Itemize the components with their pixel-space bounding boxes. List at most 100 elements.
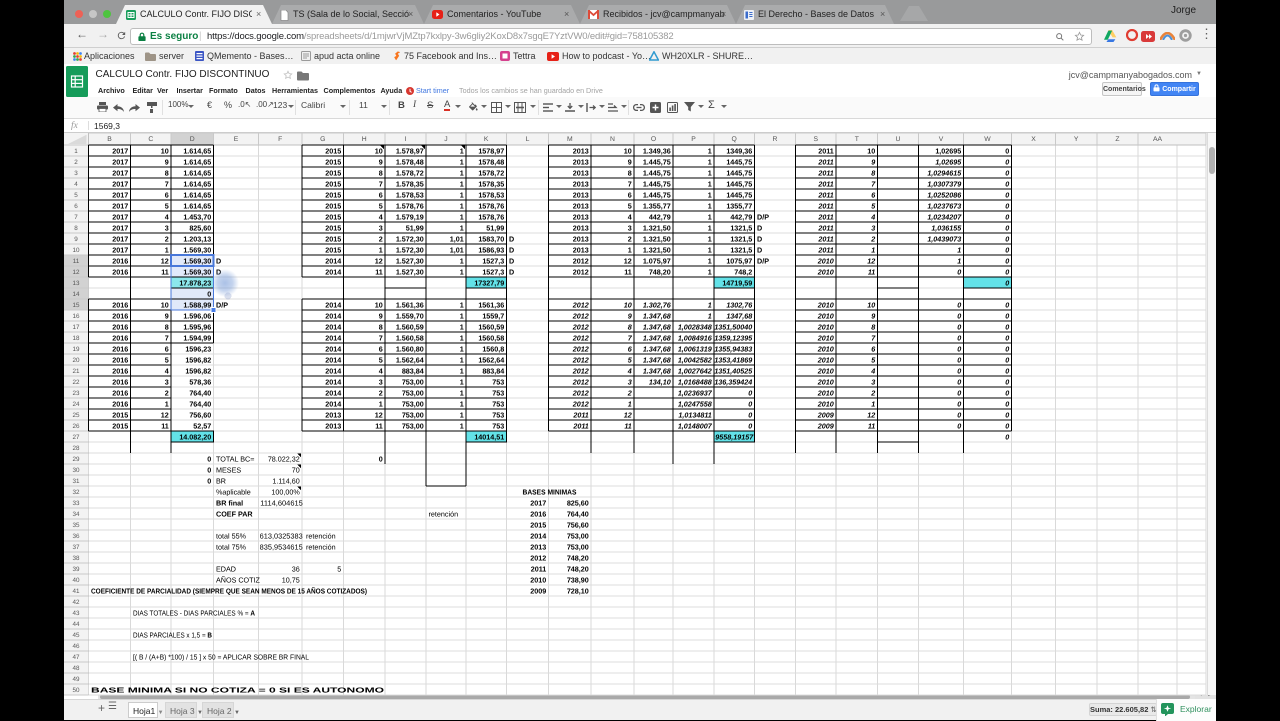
svg-text:2011: 2011 <box>817 180 833 189</box>
svg-text:2012: 2012 <box>572 312 589 321</box>
svg-text:2017: 2017 <box>112 158 128 167</box>
svg-text:1355,94383: 1355,94383 <box>714 345 752 354</box>
svg-text:2016: 2016 <box>112 367 128 376</box>
svg-text:0: 0 <box>957 389 961 398</box>
svg-text:1: 1 <box>379 246 383 255</box>
svg-text:2015: 2015 <box>530 521 546 530</box>
svg-text:442,79: 442,79 <box>649 213 671 222</box>
svg-text:10: 10 <box>375 147 383 156</box>
svg-text:1.347,68: 1.347,68 <box>643 345 671 354</box>
svg-text:1,0084916: 1,0084916 <box>678 334 713 343</box>
svg-text:6: 6 <box>74 203 78 210</box>
svg-text:34: 34 <box>72 511 80 518</box>
svg-text:1559,7: 1559,7 <box>482 312 504 321</box>
svg-text:2: 2 <box>870 389 875 398</box>
svg-text:2013: 2013 <box>573 224 589 233</box>
svg-text:41: 41 <box>72 588 80 595</box>
svg-text:3: 3 <box>379 378 383 387</box>
svg-text:1351,50040: 1351,50040 <box>714 323 752 332</box>
svg-text:1: 1 <box>708 257 712 266</box>
svg-text:3: 3 <box>379 224 383 233</box>
svg-text:1445,75: 1445,75 <box>726 158 752 167</box>
svg-text:6: 6 <box>379 191 383 200</box>
svg-text:2013: 2013 <box>573 147 589 156</box>
svg-text:1445,75: 1445,75 <box>726 191 752 200</box>
svg-text:22: 22 <box>72 379 80 386</box>
svg-text:0: 0 <box>957 334 961 343</box>
svg-text:9: 9 <box>379 312 383 321</box>
svg-text:1351,40525: 1351,40525 <box>714 367 753 376</box>
svg-text:1.445,75: 1.445,75 <box>643 180 671 189</box>
svg-text:0: 0 <box>1005 378 1009 387</box>
svg-text:1: 1 <box>460 323 464 332</box>
svg-text:COEF PAR: COEF PAR <box>216 510 253 519</box>
svg-text:2013: 2013 <box>573 180 589 189</box>
svg-text:6: 6 <box>628 191 632 200</box>
svg-text:1.321,50: 1.321,50 <box>643 246 671 255</box>
svg-text:19: 19 <box>72 346 80 353</box>
svg-text:1: 1 <box>460 169 464 178</box>
svg-text:24: 24 <box>72 401 80 408</box>
svg-text:U: U <box>896 136 901 143</box>
svg-text:12: 12 <box>161 411 169 420</box>
svg-text:1.578,76: 1.578,76 <box>396 202 424 211</box>
svg-text:1075,97: 1075,97 <box>726 257 752 266</box>
svg-text:1,0294615: 1,0294615 <box>927 169 962 178</box>
svg-text:1: 1 <box>460 147 464 156</box>
svg-text:51,99: 51,99 <box>486 224 504 233</box>
svg-text:11: 11 <box>375 268 383 277</box>
svg-text:5: 5 <box>379 202 383 211</box>
svg-text:1.588,99: 1.588,99 <box>183 301 211 310</box>
svg-text:2014: 2014 <box>325 389 341 398</box>
svg-text:136,359424: 136,359424 <box>714 378 752 387</box>
svg-text:8: 8 <box>871 169 875 178</box>
svg-text:748,20: 748,20 <box>567 554 589 563</box>
svg-text:2: 2 <box>165 235 169 244</box>
svg-text:1.453,70: 1.453,70 <box>183 213 211 222</box>
svg-text:442,79: 442,79 <box>730 213 752 222</box>
svg-text:1,036155: 1,036155 <box>931 224 962 233</box>
svg-text:2015: 2015 <box>325 235 341 244</box>
svg-text:1,0134811: 1,0134811 <box>678 411 711 420</box>
svg-text:1,0252086: 1,0252086 <box>927 191 962 200</box>
svg-text:1560,58: 1560,58 <box>478 334 504 343</box>
svg-text:K: K <box>484 136 489 143</box>
svg-text:8: 8 <box>871 323 875 332</box>
svg-text:12: 12 <box>624 411 632 420</box>
svg-text:1.578,35: 1.578,35 <box>396 180 424 189</box>
svg-text:1,0028348: 1,0028348 <box>678 323 712 332</box>
svg-text:V: V <box>939 136 944 143</box>
svg-text:I: I <box>405 136 407 143</box>
svg-text:4: 4 <box>165 213 169 222</box>
svg-text:2013: 2013 <box>573 158 589 167</box>
svg-text:1.560,59: 1.560,59 <box>396 323 424 332</box>
svg-text:2017: 2017 <box>112 202 128 211</box>
svg-text:2013: 2013 <box>573 246 589 255</box>
svg-text:4: 4 <box>627 367 632 376</box>
svg-text:764,40: 764,40 <box>189 389 211 398</box>
svg-text:2017: 2017 <box>112 213 128 222</box>
svg-text:1.578,53: 1.578,53 <box>396 191 424 200</box>
svg-text:1,0042582: 1,0042582 <box>678 356 712 365</box>
svg-text:2011: 2011 <box>572 422 588 431</box>
svg-text:0: 0 <box>1005 400 1009 409</box>
svg-text:1.569,30: 1.569,30 <box>183 246 211 255</box>
svg-text:35: 35 <box>72 522 80 529</box>
svg-text:BR: BR <box>216 477 226 486</box>
svg-text:1: 1 <box>628 400 632 409</box>
svg-text:1.559,70: 1.559,70 <box>396 312 424 321</box>
svg-text:N: N <box>610 136 615 143</box>
svg-text:1: 1 <box>460 301 464 310</box>
svg-text:8: 8 <box>379 323 383 332</box>
svg-text:DIAS PARCIALES x 1,5 = B: DIAS PARCIALES x 1,5 = B <box>133 631 212 640</box>
svg-text:G: G <box>320 136 325 143</box>
svg-text:5: 5 <box>379 356 383 365</box>
svg-text:D: D <box>190 136 195 143</box>
svg-text:2010: 2010 <box>817 257 834 266</box>
svg-text:753,00: 753,00 <box>402 389 424 398</box>
svg-text:14014,51: 14014,51 <box>474 433 504 442</box>
svg-text:70: 70 <box>292 466 300 475</box>
svg-text:1.569,30: 1.569,30 <box>183 268 211 277</box>
svg-text:2010: 2010 <box>817 378 834 387</box>
svg-text:46: 46 <box>72 643 80 650</box>
